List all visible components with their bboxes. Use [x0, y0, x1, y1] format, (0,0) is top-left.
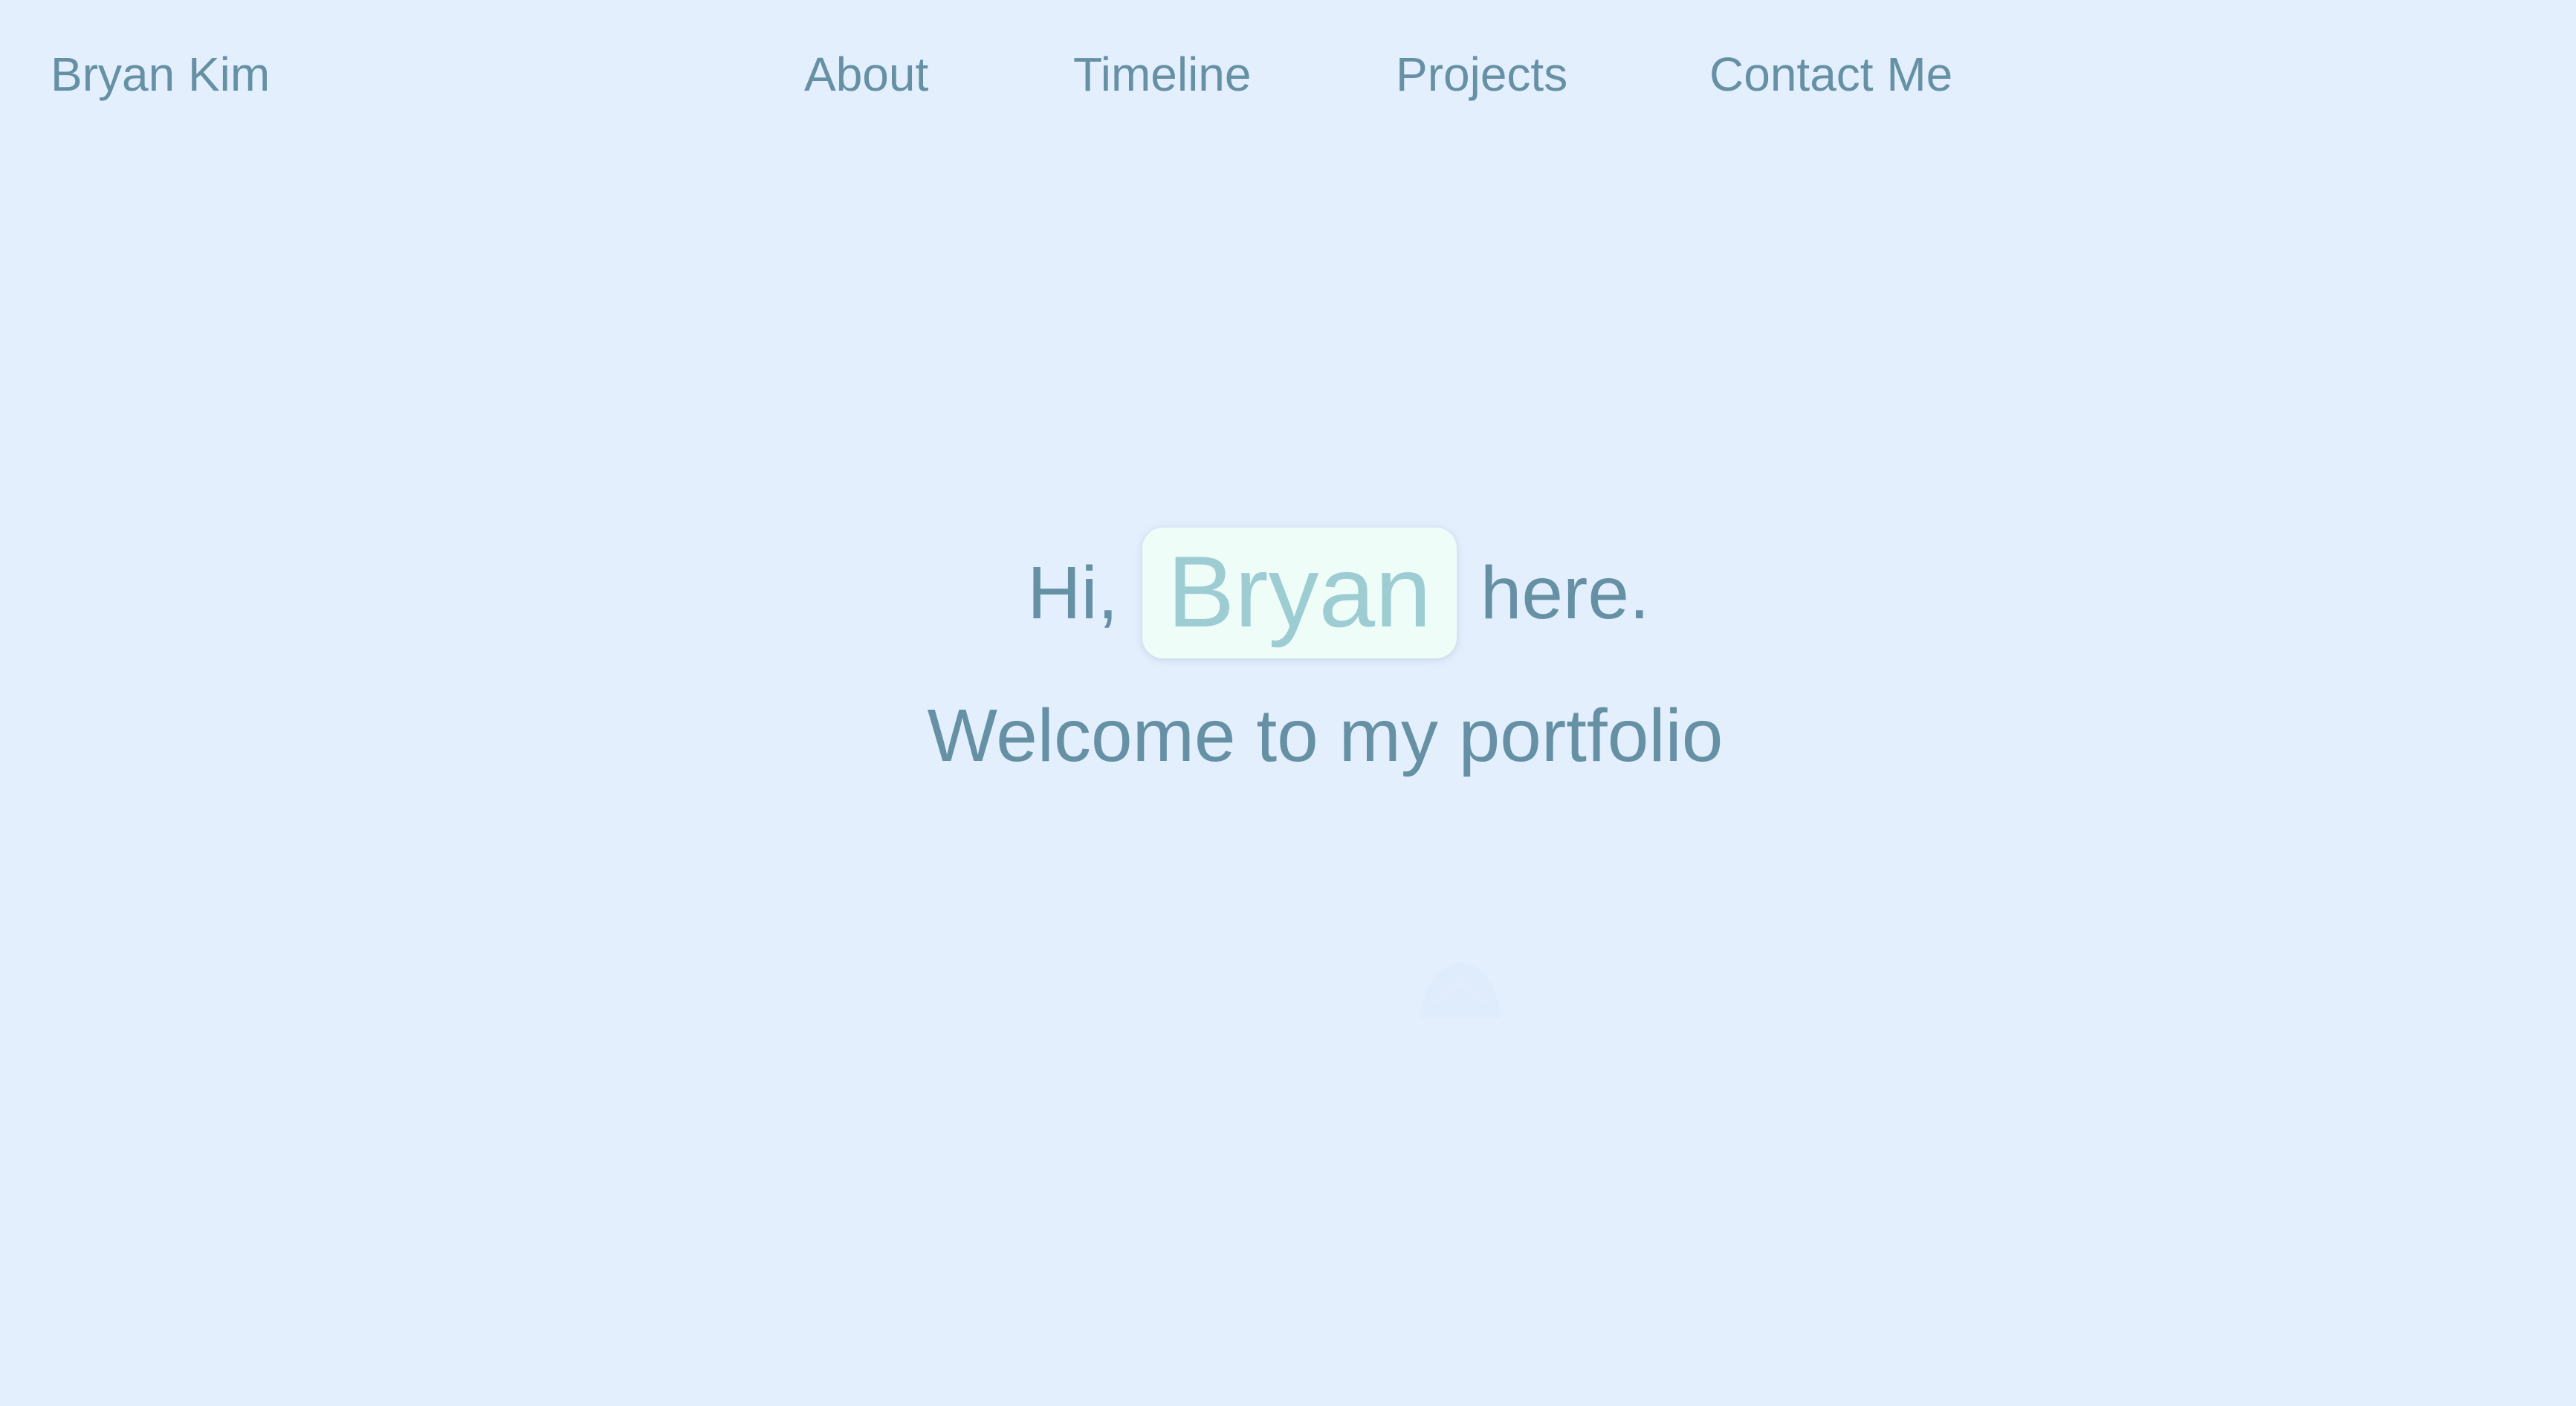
brand-link[interactable]: Bryan Kim — [51, 45, 270, 104]
greeting-suffix: here. — [1480, 551, 1650, 635]
hero-section: Hi, Bryan here. Welcome to my portfolio — [0, 513, 2576, 780]
greeting-line: Hi, Bryan here. — [101, 513, 2576, 673]
name-highlight-box: Bryan — [1142, 528, 1457, 658]
nav-about[interactable]: About — [804, 45, 928, 104]
nav-projects[interactable]: Projects — [1396, 45, 1567, 104]
faded-shape-icon — [1420, 962, 1501, 1018]
nav-contact-me[interactable]: Contact Me — [1709, 45, 1952, 104]
nav-timeline[interactable]: Timeline — [1073, 45, 1251, 104]
hero-subtitle: Welcome to my portfolio — [927, 694, 1724, 777]
name-text: Bryan — [1167, 535, 1431, 648]
greeting-prefix: Hi, — [1027, 551, 1119, 635]
